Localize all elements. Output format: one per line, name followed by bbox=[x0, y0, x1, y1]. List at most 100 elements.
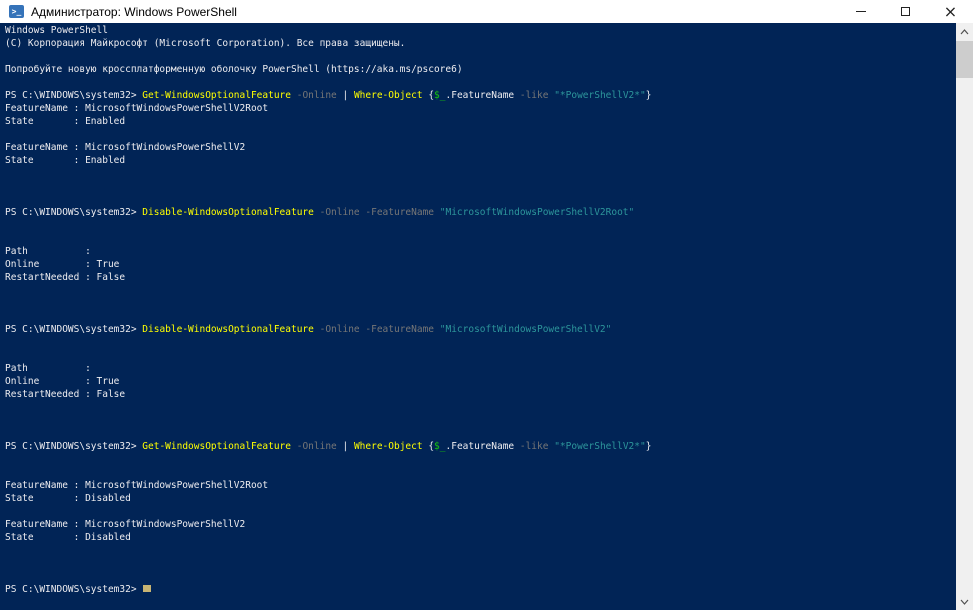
terminal-text-segment: PS C:\WINDOWS\system32> bbox=[5, 324, 142, 335]
window-title: Администратор: Windows PowerShell bbox=[31, 5, 237, 19]
terminal-line bbox=[5, 427, 956, 440]
terminal-line: State : Disabled bbox=[5, 531, 956, 544]
terminal-text-segment: } bbox=[646, 441, 652, 452]
terminal-cursor bbox=[143, 585, 151, 592]
terminal-line: (C) Корпорация Майкрософт (Microsoft Cor… bbox=[5, 37, 956, 50]
terminal-text-segment: -like bbox=[520, 90, 549, 101]
terminal-line: State : Enabled bbox=[5, 154, 956, 167]
terminal-text-segment: | bbox=[337, 441, 354, 452]
terminal-text-segment: $_ bbox=[434, 90, 445, 101]
terminal-line: PS C:\WINDOWS\system32> Disable-WindowsO… bbox=[5, 323, 956, 336]
terminal-line: FeatureName : MicrosoftWindowsPowerShell… bbox=[5, 518, 956, 531]
terminal-text-segment: Path : bbox=[5, 363, 91, 374]
terminal-text-segment: "MicrosoftWindowsPowerShellV2" bbox=[440, 324, 612, 335]
terminal-text-segment: FeatureName : MicrosoftWindowsPowerShell… bbox=[5, 142, 245, 153]
terminal-text-segment: .FeatureName bbox=[446, 90, 520, 101]
terminal-line: RestartNeeded : False bbox=[5, 271, 956, 284]
terminal-line bbox=[5, 570, 956, 583]
title-bar: >_ Администратор: Windows PowerShell × bbox=[0, 0, 973, 23]
scroll-up-button[interactable] bbox=[956, 23, 973, 40]
terminal-line: Online : True bbox=[5, 375, 956, 388]
terminal-line: Path : bbox=[5, 245, 956, 258]
terminal-text-segment: (C) Корпорация Майкрософт (Microsoft Cor… bbox=[5, 38, 405, 49]
terminal-text-segment: Path : bbox=[5, 246, 91, 257]
terminal-line bbox=[5, 310, 956, 323]
terminal-text-segment: "*PowerShellV2*" bbox=[554, 90, 646, 101]
close-button[interactable]: × bbox=[928, 0, 973, 23]
powershell-icon[interactable]: >_ bbox=[9, 5, 24, 18]
terminal-line: State : Disabled bbox=[5, 492, 956, 505]
terminal-line bbox=[5, 557, 956, 570]
scrollbar-thumb[interactable] bbox=[956, 41, 973, 78]
terminal-text-segment: -Online bbox=[320, 207, 360, 218]
terminal-text-segment: State : Disabled bbox=[5, 532, 131, 543]
terminal-text-segment: .FeatureName bbox=[446, 441, 520, 452]
terminal-line bbox=[5, 544, 956, 557]
terminal-line bbox=[5, 414, 956, 427]
terminal-line bbox=[5, 232, 956, 245]
terminal-line bbox=[5, 349, 956, 362]
chevron-down-icon bbox=[960, 599, 969, 605]
terminal-line bbox=[5, 284, 956, 297]
terminal-text-segment: | bbox=[337, 90, 354, 101]
terminal-text-segment: State : Enabled bbox=[5, 116, 125, 127]
terminal-text-segment: PS C:\WINDOWS\system32> bbox=[5, 584, 142, 595]
terminal-text-segment: Get-WindowsOptionalFeature bbox=[142, 441, 291, 452]
terminal-text-segment: Where-Object bbox=[354, 90, 423, 101]
terminal-text-segment: Disable-WindowsOptionalFeature bbox=[142, 324, 314, 335]
terminal-text-segment: -like bbox=[520, 441, 549, 452]
terminal-text-segment: Попробуйте новую кроссплатформенную обол… bbox=[5, 64, 463, 75]
terminal-line: Online : True bbox=[5, 258, 956, 271]
scrollbar[interactable] bbox=[956, 23, 973, 610]
terminal-line: PS C:\WINDOWS\system32> bbox=[5, 583, 956, 596]
terminal-output[interactable]: Windows PowerShell (C) Корпорация Майкрос… bbox=[0, 23, 956, 610]
minimize-icon bbox=[856, 11, 866, 12]
terminal-text-segment: Windows PowerShell bbox=[5, 25, 108, 36]
terminal-text-segment: Get-WindowsOptionalFeature bbox=[142, 90, 291, 101]
terminal-line bbox=[5, 401, 956, 414]
terminal-text-segment: -FeatureName bbox=[365, 207, 434, 218]
terminal-text-segment: $_ bbox=[434, 441, 445, 452]
terminal-text-segment: "*PowerShellV2*" bbox=[554, 441, 646, 452]
terminal-line bbox=[5, 180, 956, 193]
window-controls: × bbox=[838, 0, 973, 23]
terminal-text-segment: -Online bbox=[320, 324, 360, 335]
maximize-button[interactable] bbox=[883, 0, 928, 23]
terminal-line: Path : bbox=[5, 362, 956, 375]
terminal-text-segment: Where-Object bbox=[354, 441, 423, 452]
terminal-line bbox=[5, 193, 956, 206]
terminal-window: Windows PowerShell (C) Корпорация Майкрос… bbox=[0, 23, 973, 610]
terminal-text-segment: State : Disabled bbox=[5, 493, 131, 504]
terminal-line bbox=[5, 297, 956, 310]
terminal-line bbox=[5, 50, 956, 63]
terminal-line: Попробуйте новую кроссплатформенную обол… bbox=[5, 63, 956, 76]
terminal-line: PS C:\WINDOWS\system32> Disable-WindowsO… bbox=[5, 206, 956, 219]
terminal-line bbox=[5, 453, 956, 466]
terminal-text-segment: { bbox=[423, 441, 434, 452]
terminal-line bbox=[5, 76, 956, 89]
terminal-line: RestartNeeded : False bbox=[5, 388, 956, 401]
scroll-down-button[interactable] bbox=[956, 593, 973, 610]
minimize-button[interactable] bbox=[838, 0, 883, 23]
terminal-line bbox=[5, 167, 956, 180]
terminal-text-segment: PS C:\WINDOWS\system32> bbox=[5, 207, 142, 218]
terminal-text-segment: PS C:\WINDOWS\system32> bbox=[5, 441, 142, 452]
terminal-line bbox=[5, 505, 956, 518]
terminal-text-segment: -FeatureName bbox=[365, 324, 434, 335]
terminal-line bbox=[5, 128, 956, 141]
terminal-text-segment: RestartNeeded : False bbox=[5, 272, 125, 283]
terminal-text-segment: FeatureName : MicrosoftWindowsPowerShell… bbox=[5, 480, 268, 491]
terminal-line: FeatureName : MicrosoftWindowsPowerShell… bbox=[5, 102, 956, 115]
maximize-icon bbox=[901, 7, 910, 16]
terminal-text-segment: FeatureName : MicrosoftWindowsPowerShell… bbox=[5, 519, 245, 530]
terminal-line: FeatureName : MicrosoftWindowsPowerShell… bbox=[5, 479, 956, 492]
terminal-line bbox=[5, 219, 956, 232]
terminal-text-segment: Disable-WindowsOptionalFeature bbox=[142, 207, 314, 218]
terminal-text-segment: Online : True bbox=[5, 259, 119, 270]
terminal-line: PS C:\WINDOWS\system32> Get-WindowsOptio… bbox=[5, 440, 956, 453]
terminal-text-segment: FeatureName : MicrosoftWindowsPowerShell… bbox=[5, 103, 268, 114]
close-icon: × bbox=[944, 4, 957, 20]
terminal-line: State : Enabled bbox=[5, 115, 956, 128]
terminal-text-segment: "MicrosoftWindowsPowerShellV2Root" bbox=[440, 207, 634, 218]
terminal-text-segment: -Online bbox=[297, 441, 337, 452]
